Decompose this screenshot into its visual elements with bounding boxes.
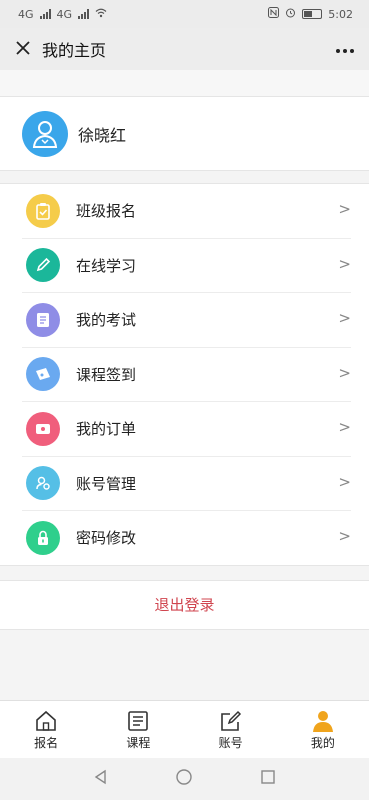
chevron-right-icon: >: [338, 527, 351, 545]
signal-icon: [39, 9, 51, 19]
book-icon: [128, 710, 149, 731]
account-icon: [26, 466, 60, 501]
menu-item-label: 在线学习: [76, 256, 137, 275]
menu-item-my-orders[interactable]: 我的订单 >: [22, 402, 351, 457]
menu-item-label: 账号管理: [76, 474, 137, 493]
wallet-icon: [26, 411, 60, 446]
top-spacer: [0, 70, 369, 97]
home-icon: [36, 710, 56, 731]
chevron-right-icon: >: [338, 309, 351, 327]
lock-icon: [26, 520, 60, 555]
user-avatar-icon: [32, 120, 58, 148]
profile-card[interactable]: 徐晓红: [0, 97, 369, 171]
status-right: 5:02: [268, 7, 353, 21]
wifi-icon: [95, 8, 107, 21]
menu-item-my-exams[interactable]: 我的考试 >: [22, 293, 351, 348]
nav-bar: 我的主页: [0, 28, 369, 70]
bottom-tab-bar: 报名 课程 账号 我的: [0, 700, 369, 759]
pencil-icon: [26, 248, 60, 283]
logout-label: 退出登录: [154, 596, 215, 614]
chevron-right-icon: >: [338, 200, 351, 218]
ticket-icon: [26, 357, 60, 392]
more-icon[interactable]: [335, 38, 355, 59]
menu-item-online-learning[interactable]: 在线学习 >: [22, 239, 351, 293]
back-icon[interactable]: [93, 769, 109, 789]
nfc-icon: [268, 7, 280, 21]
system-nav-bar: [0, 758, 369, 800]
close-icon[interactable]: [12, 37, 34, 62]
tab-courses[interactable]: 课程: [92, 701, 184, 759]
battery-icon: [302, 9, 323, 19]
chevron-right-icon: >: [338, 363, 351, 382]
clipboard-icon: [26, 193, 60, 228]
menu-item-course-checkin[interactable]: 课程签到 >: [22, 348, 351, 402]
network-indicator-a: 4G: [18, 7, 34, 21]
avatar: [22, 110, 68, 157]
menu-list: 班级报名 > 在线学习 > 我的考试 > 课程签到 > 我的订单 > 账号管理 …: [0, 183, 369, 566]
chevron-right-icon: >: [338, 254, 351, 273]
menu-item-label: 我的考试: [76, 311, 137, 330]
status-time: 5:02: [328, 7, 353, 21]
menu-item-label: 班级报名: [76, 202, 137, 221]
page-title: 我的主页: [42, 41, 107, 60]
tab-label: 报名: [34, 735, 59, 750]
user-icon: [312, 710, 333, 732]
edit-icon: [220, 710, 241, 731]
signal-icon: [78, 9, 90, 19]
menu-item-label: 密码修改: [76, 529, 137, 548]
menu-item-account-management[interactable]: 账号管理 >: [22, 457, 351, 511]
tab-label: 我的: [310, 735, 335, 750]
menu-item-class-registration[interactable]: 班级报名 >: [22, 184, 351, 239]
recents-icon[interactable]: [260, 769, 276, 789]
alarm-icon: [285, 7, 296, 21]
status-left: 4G 4G: [18, 8, 107, 21]
home-button-icon[interactable]: [175, 768, 193, 790]
menu-item-change-password[interactable]: 密码修改 >: [22, 511, 351, 565]
tab-register[interactable]: 报名: [0, 701, 92, 759]
menu-item-label: 课程签到: [76, 365, 137, 384]
logout-button[interactable]: 退出登录: [0, 579, 369, 630]
tab-mine[interactable]: 我的: [277, 701, 369, 759]
chevron-right-icon: >: [338, 472, 351, 491]
tab-label: 账号: [218, 735, 243, 750]
status-bar: 4G 4G 5:02: [0, 0, 369, 28]
document-icon: [26, 302, 60, 337]
profile-name: 徐晓红: [78, 125, 127, 145]
main-content: 徐晓红 班级报名 > 在线学习 > 我的考试 > 课程签到 > 我的订单 > 账…: [0, 70, 369, 700]
network-indicator-b: 4G: [56, 7, 73, 21]
tab-account[interactable]: 账号: [185, 701, 277, 759]
tab-label: 课程: [126, 735, 151, 750]
menu-item-label: 我的订单: [76, 420, 137, 439]
chevron-right-icon: >: [338, 418, 351, 436]
